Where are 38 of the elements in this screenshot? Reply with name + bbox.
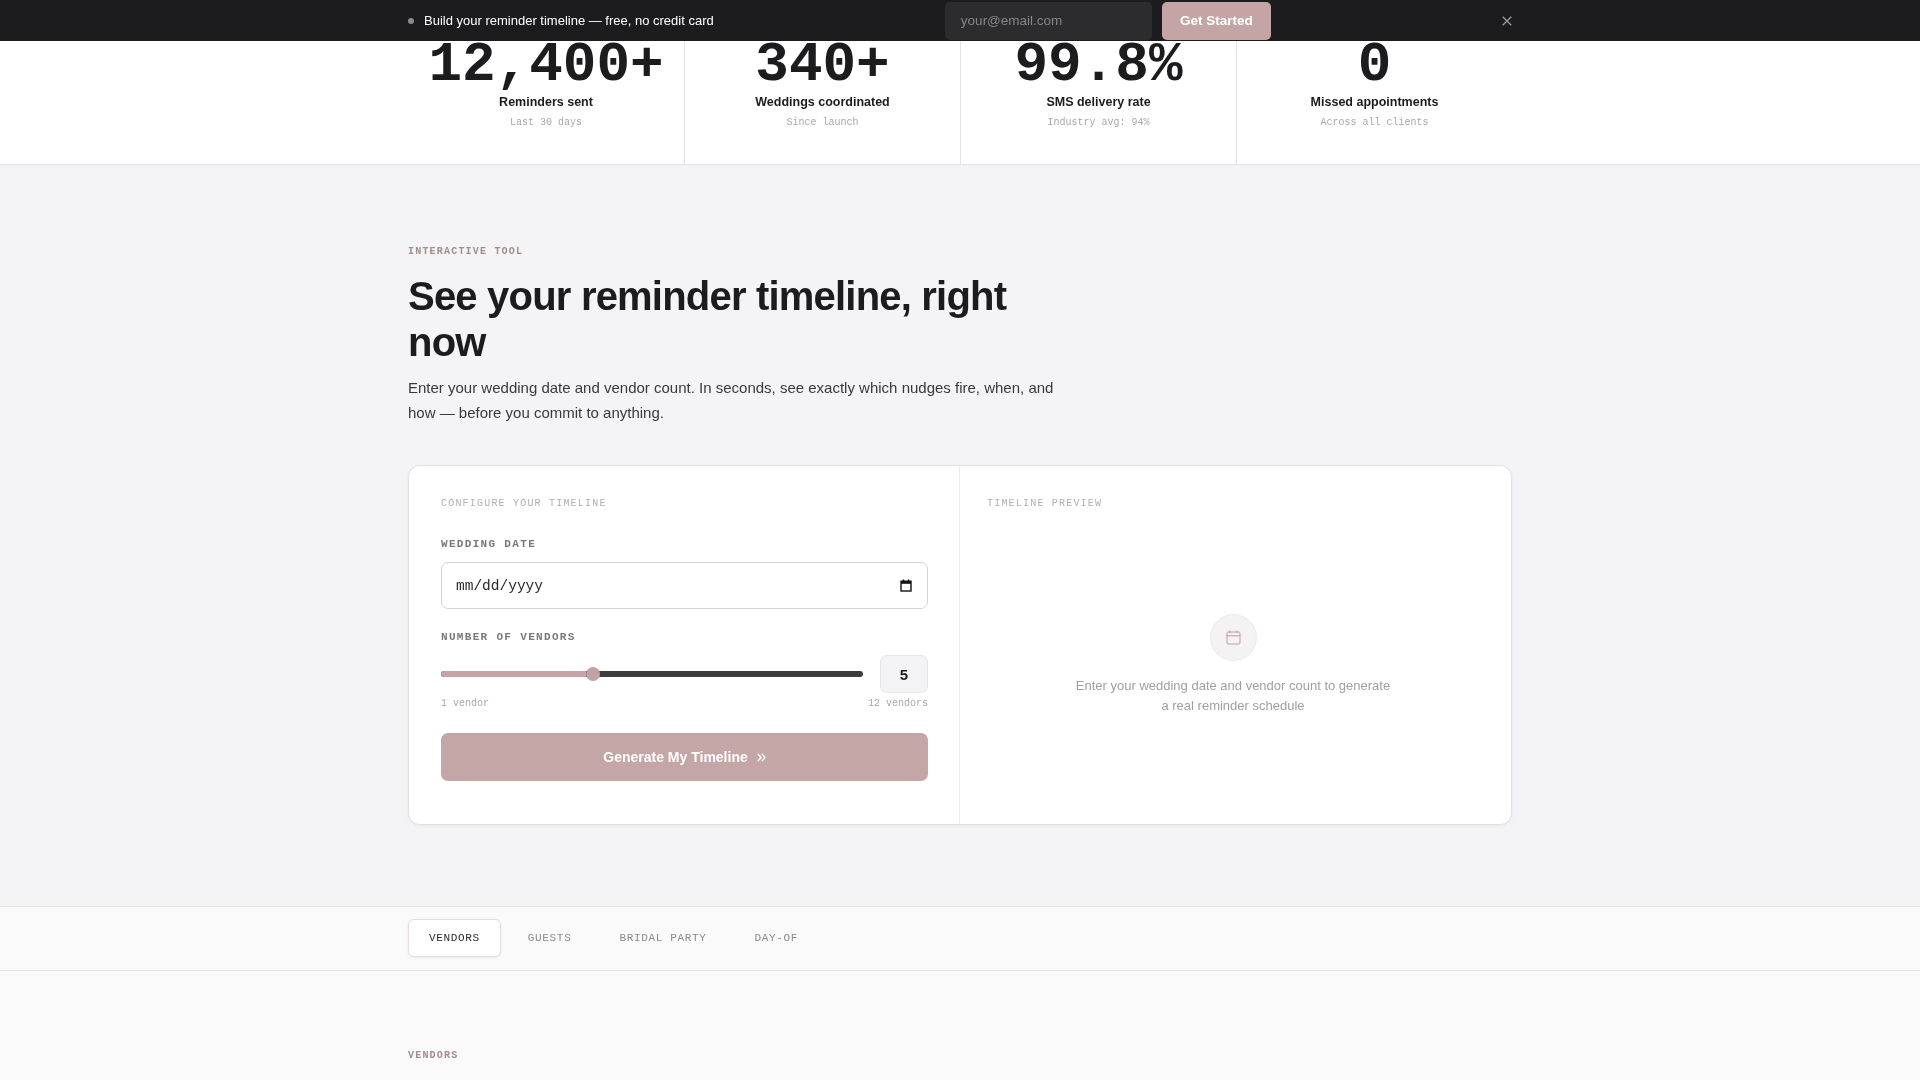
stat-value: 0 <box>1357 41 1392 89</box>
stat-note: Across all clients <box>1320 116 1429 130</box>
tab[interactable]: BRIDAL PARTY <box>598 919 728 957</box>
double-chevron-icon <box>756 752 766 762</box>
tab[interactable]: DAY-OF <box>733 919 820 957</box>
tab[interactable]: VENDORS <box>408 919 501 957</box>
stat-value: 340+ <box>755 41 890 89</box>
stat-note: Industry avg: 94% <box>1047 116 1150 130</box>
date-input[interactable]: mm/dd/yyyy <box>441 562 928 609</box>
section-intro: Enter your wedding date and vendor count. In seconds, see exactly which nudges fire, when, and how — before you commit to anything. <box>408 378 1055 423</box>
vendor-count-readout: 5 <box>880 655 928 693</box>
dot-icon <box>408 17 414 24</box>
get-started-button[interactable]: Get Started <box>1161 1 1271 40</box>
section-eyebrow: VENDORS <box>408 1049 459 1063</box>
tab[interactable]: GUESTS <box>506 919 593 957</box>
slider-min-label: 1 vendor <box>441 697 489 711</box>
calendar-icon <box>1209 614 1257 661</box>
stat-label: SMS delivery rate <box>1046 94 1151 110</box>
stat-note: Last 30 days <box>510 116 582 130</box>
field-label: NUMBER OF VENDORS <box>441 630 576 645</box>
panel-heading: CONFIGURE YOUR TIMELINE <box>441 497 607 511</box>
stat-label: Reminders sent <box>499 94 593 110</box>
close-icon[interactable] <box>1502 15 1512 26</box>
stat-value: 99.8% <box>1014 41 1183 89</box>
section-title: See your reminder timeline, right now <box>408 273 1008 365</box>
email-input[interactable]: your@email.com <box>944 1 1152 40</box>
slider-thumb[interactable] <box>585 667 600 681</box>
field-label: WEDDING DATE <box>441 537 537 552</box>
slider-max-label: 12 vendors <box>868 697 928 711</box>
stat-label: Weddings coordinated <box>755 94 890 110</box>
stat-label: Missed appointments <box>1310 94 1439 110</box>
panel-heading: TIMELINE PREVIEW <box>987 497 1103 511</box>
empty-state-message: Enter your wedding date and vendor count to generate a real reminder schedule <box>1074 677 1392 715</box>
calendar-icon[interactable] <box>900 579 912 592</box>
stat-value: 12,400+ <box>428 41 664 89</box>
section-eyebrow: INTERACTIVE TOOL <box>408 245 524 259</box>
stat-note: Since launch <box>786 116 859 130</box>
announcement-text: Build your reminder timeline — free, no credit card <box>424 12 714 29</box>
